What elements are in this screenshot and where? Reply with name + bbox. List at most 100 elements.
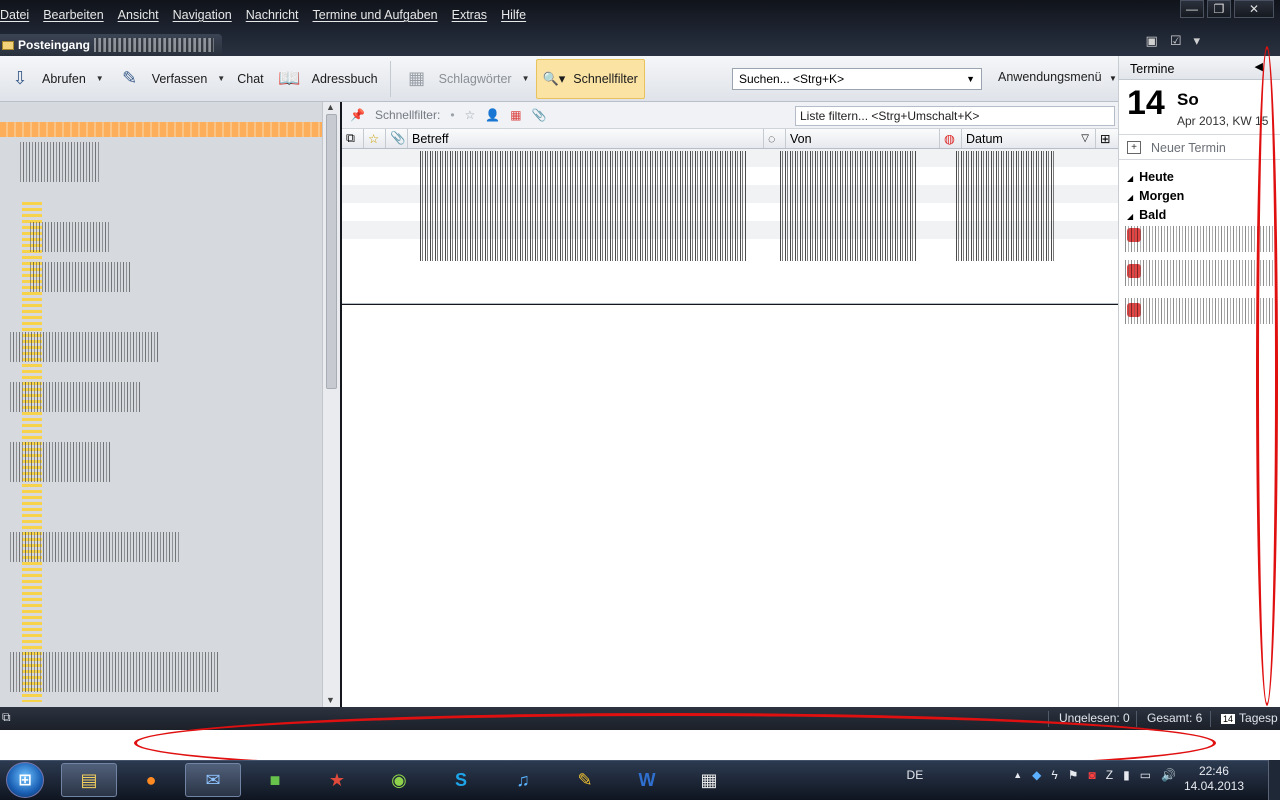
address-book-button[interactable]: 📖 Adressbuch (270, 59, 384, 99)
chevron-up-icon[interactable]: ▲ (1013, 770, 1022, 780)
calendar-plus-icon: + (1127, 141, 1141, 154)
message-list-header: ⧉ ☆ 📎 Betreff ◌ Von ◍ Datum ▽ ⊞ (342, 129, 1118, 149)
close-button[interactable]: ✕ (1234, 0, 1274, 18)
android-taskbar-icon[interactable]: ◉ (371, 763, 427, 797)
day-number: 14 (1127, 84, 1165, 122)
get-mail-button[interactable]: ⇩ Abrufen ▼ (0, 59, 110, 99)
volume-icon[interactable]: 🔊 (1161, 768, 1176, 782)
menu-bearbeiten[interactable]: Bearbeiten (36, 4, 110, 26)
dropbox-icon[interactable]: ◆ (1032, 768, 1041, 782)
chevron-down-icon[interactable]: ▼ (96, 74, 104, 83)
filter-list-input[interactable]: Liste filtern... <Strg+Umschalt+K> (795, 106, 1115, 126)
show-desktop-button[interactable] (1268, 760, 1280, 800)
tasks-icon[interactable]: ☑ (1170, 33, 1182, 49)
compose-icon: ✎ (122, 68, 138, 88)
menu-navigation[interactable]: Navigation (166, 4, 239, 26)
chat-button[interactable]: Chat (231, 59, 269, 99)
new-appointment-button[interactable]: + Neuer Termin (1119, 134, 1280, 160)
pencil-app-taskbar-icon[interactable]: ✎ (557, 763, 613, 797)
search-icon: 🔍▾ (542, 70, 566, 86)
agenda-section-label: Morgen (1139, 189, 1185, 203)
attachment-column-icon[interactable]: 📎 (386, 129, 408, 148)
column-date[interactable]: Datum ▽ (962, 129, 1096, 148)
quick-filter-button[interactable]: 🔍▾ Schnellfilter (535, 58, 645, 99)
message-preview-pane[interactable] (342, 305, 1118, 707)
maximize-button[interactable]: ❐ (1207, 0, 1231, 18)
compose-button[interactable]: ✎ Verfassen ▼ (110, 59, 232, 99)
address-book-icon: 📖 (278, 68, 301, 88)
explorer-taskbar-icon[interactable]: ▤ (61, 763, 117, 797)
firefox-taskbar-icon[interactable]: ● (123, 763, 179, 797)
scroll-up-icon[interactable]: ▲ (326, 102, 335, 112)
star-column-icon[interactable]: ☆ (364, 129, 386, 148)
z-app-icon[interactable]: Z (1106, 768, 1113, 782)
new-appointment-label: Neuer Termin (1151, 141, 1226, 155)
calendar-icon[interactable]: ▣ (1146, 33, 1158, 49)
redacted-text (420, 151, 746, 261)
network-icon[interactable]: ▭ (1140, 768, 1151, 782)
start-button[interactable]: ⊞ (6, 762, 44, 798)
menu-hilfe[interactable]: Hilfe (494, 4, 533, 26)
quick-filter-bar-label: Schnellfilter: (374, 108, 441, 122)
star-filter-icon[interactable]: ☆ (465, 108, 476, 122)
get-mail-icon: ⇩ (12, 68, 28, 88)
folder-pane[interactable] (0, 102, 322, 707)
agenda-section-today[interactable]: ◢ Heute (1127, 170, 1174, 184)
tags-filter-icon[interactable]: ▦ (510, 108, 521, 122)
itunes-taskbar-icon[interactable]: ♫ (495, 763, 551, 797)
folder-scrollbar[interactable]: ▲ ▼ (322, 102, 340, 707)
menu-extras[interactable]: Extras (445, 4, 494, 26)
language-indicator[interactable]: DE (907, 768, 924, 782)
skype-taskbar-icon[interactable]: S (433, 763, 489, 797)
today-pane-title: Termine (1130, 62, 1175, 76)
selected-folder-row[interactable] (0, 122, 322, 137)
flag-icon[interactable]: ⚑ (1068, 768, 1079, 782)
tab-label: Posteingang (18, 38, 91, 52)
global-search-input[interactable]: Suchen... <Strg+K> ▼ (732, 68, 982, 90)
redacted-text (10, 382, 140, 412)
lightning-icon[interactable]: ϟ (1051, 768, 1057, 782)
unread-filter-icon[interactable]: • (450, 108, 454, 122)
tab-posteingang[interactable]: Posteingang (0, 34, 223, 56)
chevron-down-icon[interactable]: ▼ (217, 74, 225, 83)
device-icon[interactable]: ▮ (1123, 768, 1130, 782)
calendar-app-taskbar-icon[interactable]: ▦ (681, 763, 737, 797)
app-menu-button[interactable]: Anwendungsmenü ▼ (998, 70, 1117, 84)
thunderbird-taskbar-icon[interactable]: ✉ (185, 763, 241, 797)
clock-time: 22:46 (1198, 764, 1229, 778)
chevron-down-icon: ▼ (1109, 74, 1117, 83)
agenda-section-soon[interactable]: ◢ Bald (1127, 208, 1166, 222)
clock[interactable]: 22:46 14.04.2013 (1184, 764, 1244, 794)
today-pane-toggle[interactable]: 14 Tagesp (1210, 711, 1278, 727)
message-list[interactable] (342, 149, 1118, 304)
menu-ansicht[interactable]: Ansicht (111, 4, 166, 26)
menu-termine[interactable]: Termine und Aufgaben (306, 4, 445, 26)
online-status-icon[interactable]: ⧉ (2, 710, 11, 725)
address-book-label: Adressbuch (311, 71, 378, 86)
contact-filter-icon[interactable]: 👤 (485, 108, 500, 122)
tags-button[interactable]: ▦ Schlagwörter ▼ (397, 59, 536, 99)
agenda-section-tomorrow[interactable]: ◢ Morgen (1127, 189, 1184, 203)
pin-icon[interactable]: 📌 (350, 108, 365, 122)
menu-datei[interactable]: Datei (0, 4, 36, 26)
attachment-filter-icon[interactable]: 📎 (532, 108, 547, 122)
annotation-ellipse (1256, 46, 1278, 706)
chevron-down-icon[interactable]: ▾ (1193, 33, 1200, 49)
chevron-down-icon[interactable]: ▼ (522, 74, 530, 83)
junk-column-icon[interactable]: ◍ (940, 129, 962, 148)
scroll-down-icon[interactable]: ▼ (326, 695, 335, 705)
column-subject[interactable]: Betreff (408, 129, 764, 148)
evernote-taskbar-icon[interactable]: ■ (247, 763, 303, 797)
scroll-thumb[interactable] (326, 114, 337, 389)
minimize-button[interactable]: — (1180, 0, 1204, 18)
column-picker-icon[interactable]: ⊞ (1096, 129, 1118, 148)
menu-nachricht[interactable]: Nachricht (239, 4, 306, 26)
read-column-icon[interactable]: ◌ (764, 129, 786, 148)
thread-column-icon[interactable]: ⧉ (342, 129, 364, 148)
antivirus-icon[interactable]: ◙ (1089, 768, 1096, 782)
word-taskbar-icon[interactable]: W (619, 763, 675, 797)
chevron-down-icon[interactable]: ▼ (966, 72, 975, 86)
bookmark-app-taskbar-icon[interactable]: ★ (309, 763, 365, 797)
column-from[interactable]: Von (786, 129, 940, 148)
menu-bar: Datei Bearbeiten Ansicht Navigation Nach… (0, 4, 533, 26)
